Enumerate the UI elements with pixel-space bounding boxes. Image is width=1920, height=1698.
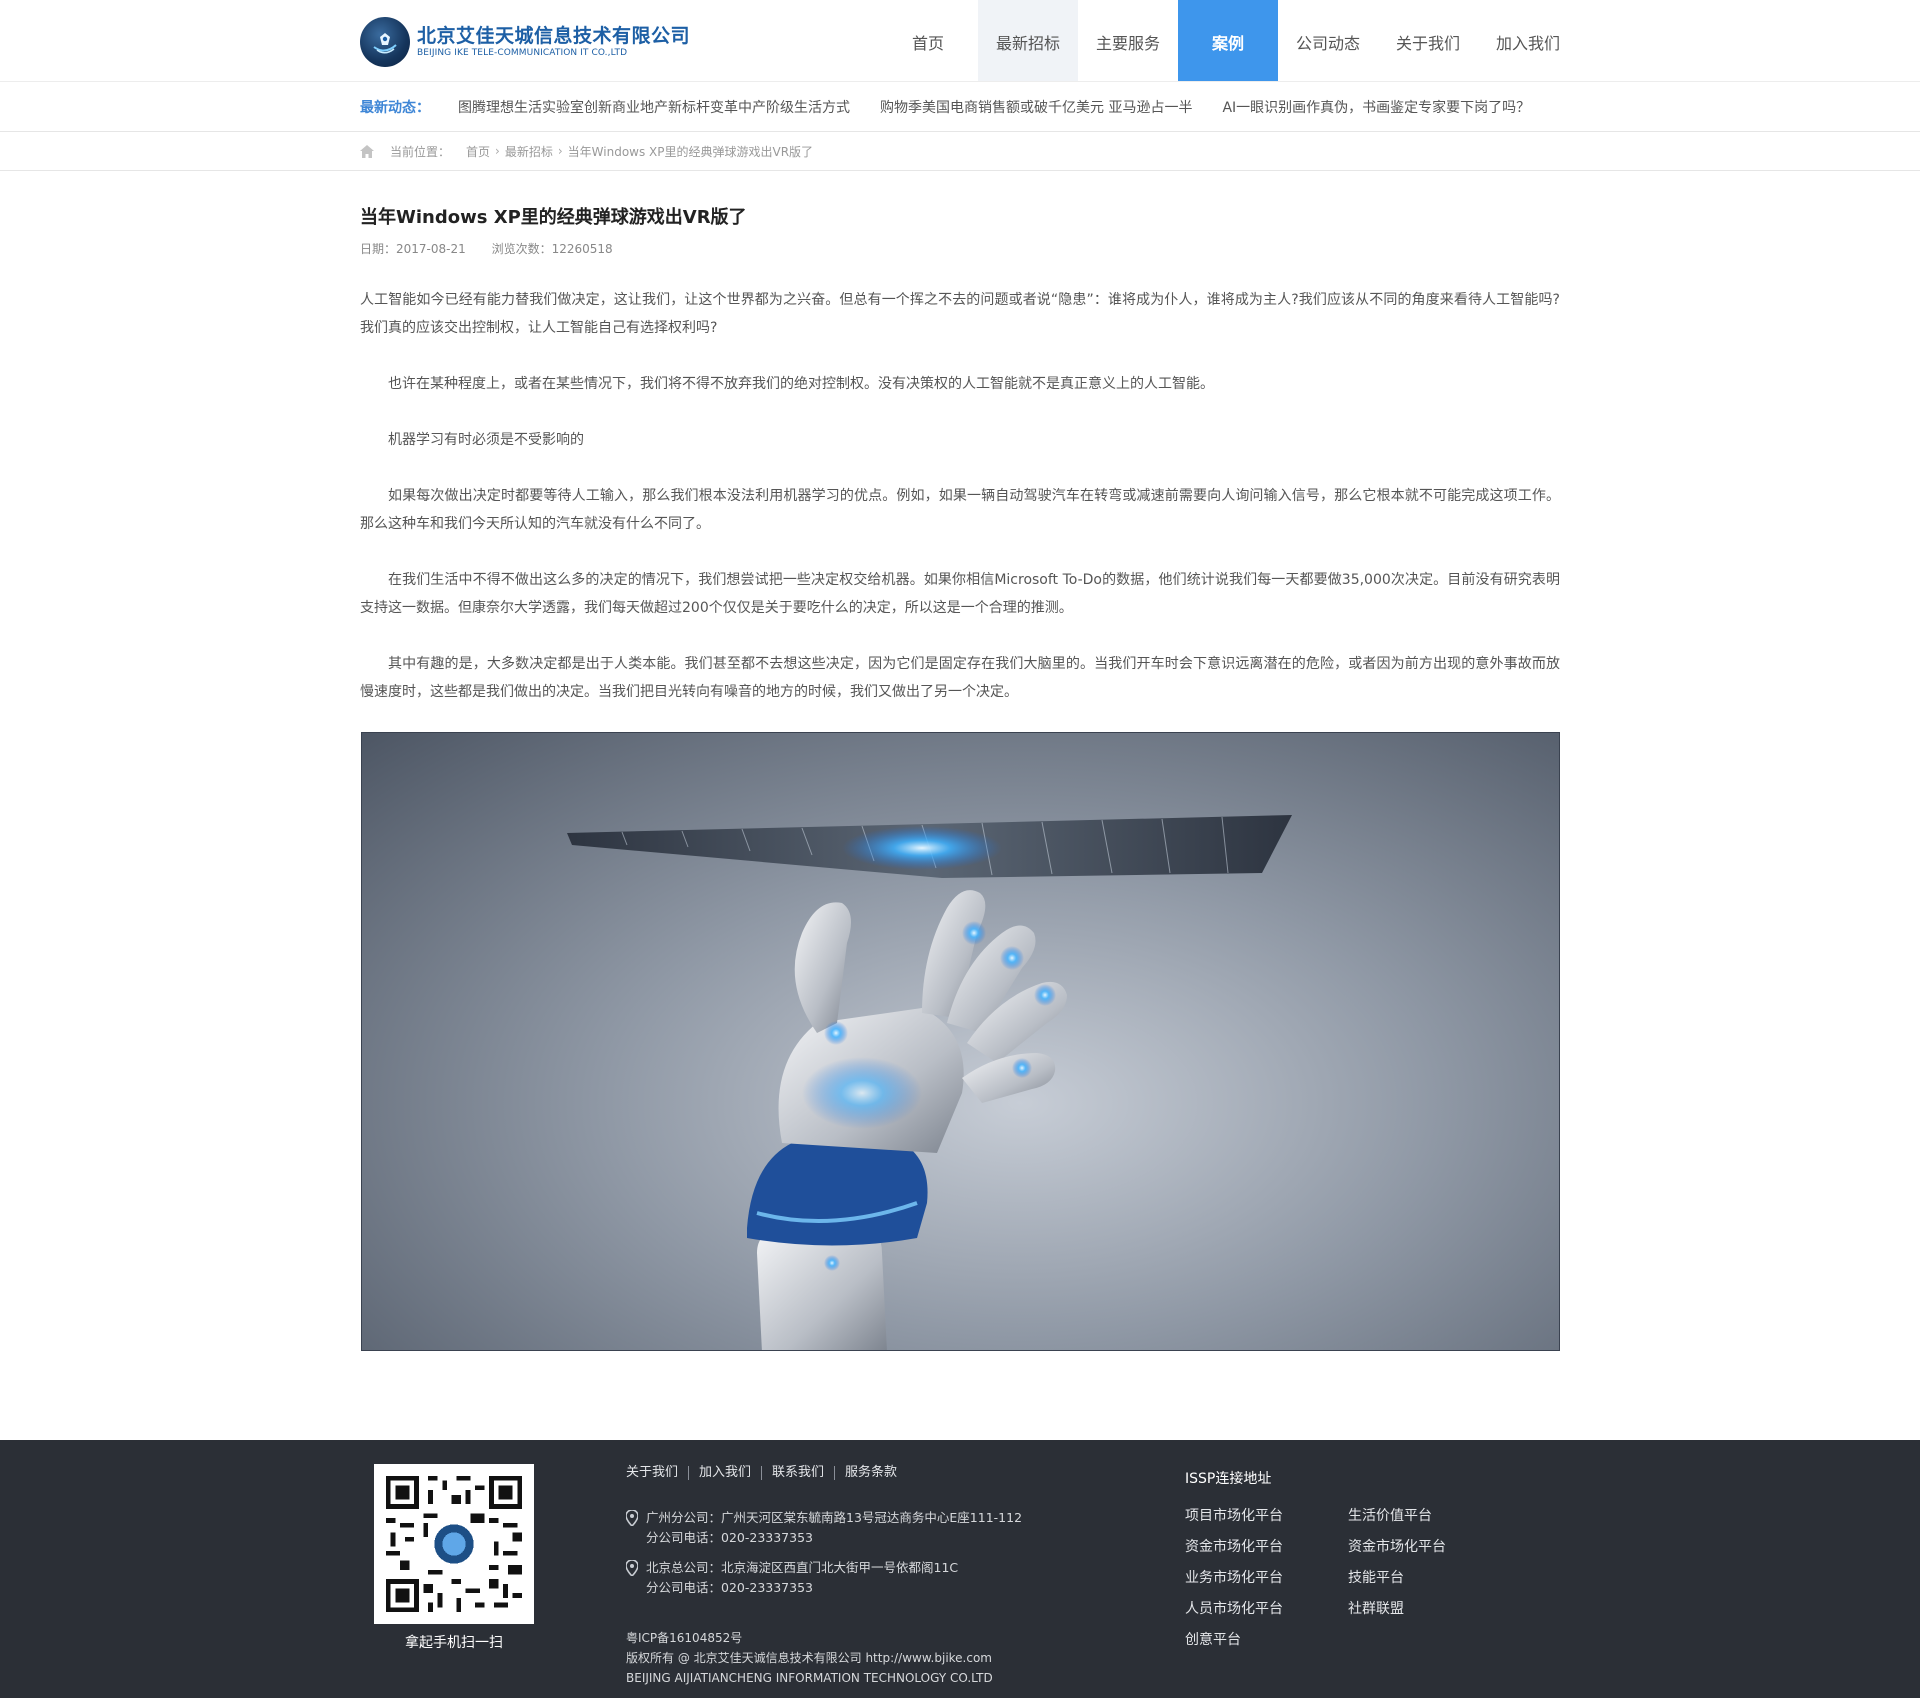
main-nav: 首页 最新招标 主要服务 案例 公司动态 关于我们 加入我们 [878,0,1578,81]
article-title: 当年Windows XP里的经典弹球游戏出VR版了 [360,207,747,228]
breadcrumb-section[interactable]: 最新招标 [505,143,553,160]
footer-link-terms[interactable]: 服务条款 [835,1466,907,1480]
article-views: 浏览次数：12260518 [491,242,613,256]
nav-join-us[interactable]: 加入我们 [1478,0,1578,81]
nav-about-us[interactable]: 关于我们 [1378,0,1478,81]
article-paragraph: 也许在某种程度上，或者在某些情况下，我们将不得不放弃我们的绝对控制权。没有决策权… [388,376,1214,392]
issp-link[interactable]: 资金市场化平台 [1348,1537,1485,1557]
issp-link[interactable]: 项目市场化平台 [1185,1506,1348,1526]
ticker-item[interactable]: 图腾理想生活实验室创新商业地产新标杆变革中产阶级生活方式 [458,97,850,117]
breadcrumb-current: 当年Windows XP里的经典弹球游戏出VR版了 [567,144,814,159]
address-guangzhou: 广州分公司：广州天河区棠东毓南路13号冠达商务中心E座111-112 分公司电话… [626,1508,1022,1548]
location-pin-icon [626,1510,638,1526]
phone-line: 分公司电话：020-23337353 [646,1580,813,1595]
icp-number: 粤ICP备16104852号 [626,1631,743,1645]
breadcrumb-home[interactable]: 首页 [466,143,490,160]
issp-link[interactable]: 生活价值平台 [1348,1506,1485,1526]
qr-code [374,1464,534,1624]
issp-link[interactable]: 资金市场化平台 [1185,1537,1348,1557]
ticker-item[interactable]: AI一眼识别画作真伪，书画鉴定专家要下岗了吗？ [1222,97,1530,117]
issp-title: ISSP连接地址 [1185,1471,1272,1487]
article-paragraph: 机器学习有时必须是不受影响的 [388,432,584,448]
home-icon [360,144,374,158]
nav-company-news[interactable]: 公司动态 [1278,0,1378,81]
breadcrumb-bar: 当前位置： 首页 › 最新招标 › 当年Windows XP里的经典弹球游戏出V… [0,131,1920,171]
site-header: 北京艾佳天城信息技术有限公司 BEIJING IKE TELE-COMMUNIC… [0,0,1920,82]
ticker-label: 最新动态： [360,100,430,116]
footer-link-contact[interactable]: 联系我们 [762,1466,836,1480]
issp-link[interactable]: 人员市场化平台 [1185,1599,1348,1619]
qr-caption: 拿起手机扫一扫 [405,1635,503,1651]
article-body: 人工智能如今已经有能力替我们做决定，这让我们，让这个世界都为之兴奋。但总有一个挥… [360,286,1560,706]
breadcrumb-separator: › [557,144,563,158]
nav-home[interactable]: 首页 [878,0,978,81]
address-line: 北京总公司：北京海淀区西直门北大街甲一号依都阁11C [646,1560,959,1575]
footer-link-join[interactable]: 加入我们 [689,1466,763,1480]
breadcrumb-label: 当前位置： [390,144,451,159]
breadcrumb-separator: › [495,144,500,158]
issp-link[interactable]: 社群联盟 [1348,1599,1485,1619]
article-image-robot-hand [361,732,1560,1351]
article-date: 日期：2017-08-21 [360,242,466,256]
breadcrumb: 当前位置： 首页 › 最新招标 › 当年Windows XP里的经典弹球游戏出V… [360,132,813,170]
news-ticker: 最新动态： 图腾理想生活实验室创新商业地产新标杆变革中产阶级生活方式 购物季美国… [360,82,1560,132]
article-meta: 日期：2017-08-21 浏览次数：12260518 [360,240,1560,258]
phone-line: 分公司电话：020-23337353 [646,1530,813,1545]
issp-links: 项目市场化平台 生活价值平台 资金市场化平台 资金市场化平台 业务市场化平台 技… [1185,1506,1485,1650]
article-paragraph: 其中有趣的是，大多数决定都是出于人类本能。我们甚至都不去想这些决定，因为它们是固… [360,656,1560,700]
address-beijing: 北京总公司：北京海淀区西直门北大街甲一号依都阁11C 分公司电话：020-233… [626,1558,958,1598]
footer-link-about[interactable]: 关于我们 [626,1466,690,1480]
copyright-text: 版权所有 @ 北京艾佳天诚信息技术有限公司 http://www.bjike.c… [626,1651,992,1665]
footer-copyright: 粤ICP备16104852号 版权所有 @ 北京艾佳天诚信息技术有限公司 htt… [626,1628,993,1688]
issp-link[interactable]: 创意平台 [1185,1630,1348,1650]
article-paragraph: 人工智能如今已经有能力替我们做决定，这让我们，让这个世界都为之兴奋。但总有一个挥… [360,292,1560,336]
company-logo[interactable]: 北京艾佳天城信息技术有限公司 BEIJING IKE TELE-COMMUNIC… [360,16,690,68]
footer-links: 关于我们 加入我们 联系我们 服务条款 [626,1466,907,1480]
article-paragraph: 如果每次做出决定时都要等待人工输入，那么我们根本没法利用机器学习的优点。例如，如… [360,488,1560,532]
issp-link[interactable]: 技能平台 [1348,1568,1485,1588]
logo-name-en: BEIJING IKE TELE-COMMUNICATION IT CO.,LT… [417,48,628,58]
site-footer: 拿起手机扫一扫 关于我们 加入我们 联系我们 服务条款 广州分公司：广州天河区棠… [0,1440,1920,1698]
address-line: 广州分公司：广州天河区棠东毓南路13号冠达商务中心E座111-112 [646,1510,1023,1525]
article-paragraph: 在我们生活中不得不做出这么多的决定的情况下，我们想尝试把一些决定权交给机器。如果… [360,572,1560,616]
nav-cases[interactable]: 案例 [1178,0,1278,81]
nav-services[interactable]: 主要服务 [1078,0,1178,81]
ticker-item[interactable]: 购物季美国电商销售额或破千亿美元 亚马逊占一半 [880,97,1192,117]
logo-emblem-icon [360,17,410,67]
issp-link[interactable]: 业务市场化平台 [1185,1568,1348,1588]
article: 当年Windows XP里的经典弹球游戏出VR版了 日期：2017-08-21 … [360,200,1560,734]
nav-latest-bids[interactable]: 最新招标 [978,0,1078,81]
logo-name-cn: 北京艾佳天城信息技术有限公司 [417,25,691,47]
location-pin-icon [626,1560,638,1576]
company-name-en: BEIJING AIJIATIANCHENG INFORMATION TECHN… [626,1671,993,1685]
